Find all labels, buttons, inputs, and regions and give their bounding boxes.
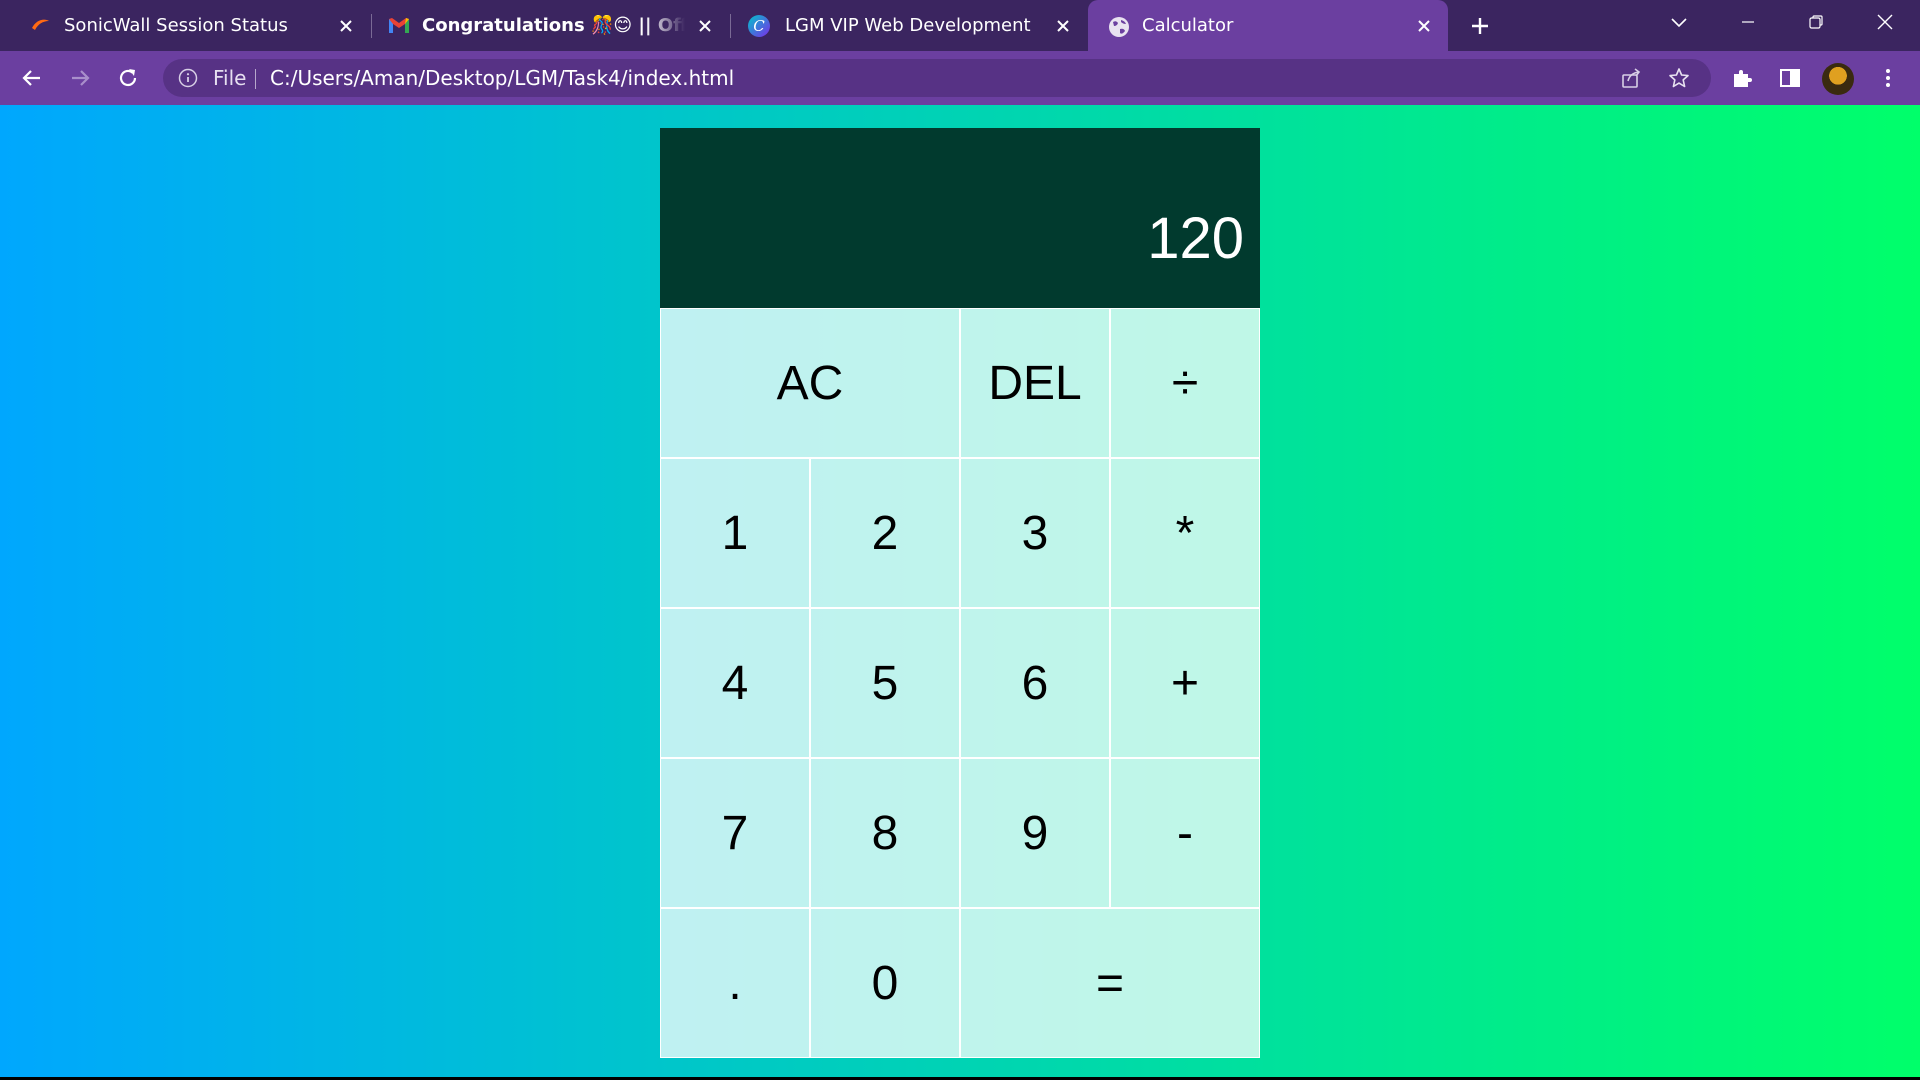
- digit-8-button[interactable]: 8: [810, 758, 960, 908]
- tab-title: Calculator: [1142, 15, 1234, 36]
- close-icon[interactable]: [332, 12, 360, 40]
- profile-avatar[interactable]: [1822, 63, 1854, 95]
- digit-4-button[interactable]: 4: [660, 608, 810, 758]
- all-clear-button[interactable]: AC: [660, 308, 960, 458]
- tab-calculator[interactable]: Calculator: [1088, 0, 1448, 51]
- tab-title: Congratulations 🎊😊 || Offer Le: [422, 15, 685, 36]
- restore-button[interactable]: [1786, 0, 1846, 44]
- close-icon[interactable]: [1049, 12, 1077, 40]
- tab-lgm[interactable]: C LGM VIP Web Development: [731, 0, 1087, 51]
- calculator: 120 AC DEL ÷ 1 2 3 * 4 5 6 + 7 8 9 - . 0…: [660, 128, 1260, 1058]
- reload-button[interactable]: [112, 62, 144, 94]
- share-icon[interactable]: [1619, 66, 1643, 90]
- digit-6-button[interactable]: 6: [960, 608, 1110, 758]
- info-icon[interactable]: [178, 68, 198, 88]
- digit-7-button[interactable]: 7: [660, 758, 810, 908]
- kebab-menu-icon: [1886, 69, 1890, 87]
- close-icon: [1877, 14, 1893, 30]
- digit-3-button[interactable]: 3: [960, 458, 1110, 608]
- minimize-button[interactable]: [1718, 0, 1778, 44]
- minimize-icon: [1742, 21, 1754, 23]
- digit-1-button[interactable]: 1: [660, 458, 810, 608]
- delete-button[interactable]: DEL: [960, 308, 1110, 458]
- calculator-keypad: AC DEL ÷ 1 2 3 * 4 5 6 + 7 8 9 - . 0 =: [660, 308, 1260, 1058]
- sonicwall-icon: [30, 16, 50, 36]
- tab-title: LGM VIP Web Development: [785, 15, 1031, 36]
- side-panel-button[interactable]: [1774, 62, 1806, 94]
- chevron-down-icon: [1671, 18, 1687, 28]
- tab-strip: SonicWall Session Status Congratulations…: [0, 0, 1920, 51]
- tab-title: SonicWall Session Status: [64, 15, 288, 36]
- address-divider: [255, 69, 256, 89]
- digit-5-button[interactable]: 5: [810, 608, 960, 758]
- close-icon[interactable]: [691, 12, 719, 40]
- divide-button[interactable]: ÷: [1110, 308, 1260, 458]
- new-tab-button[interactable]: [1464, 10, 1496, 42]
- browser-toolbar: File C:/Users/Aman/Desktop/LGM/Task4/ind…: [0, 51, 1920, 105]
- reload-icon: [119, 69, 137, 87]
- forward-arrow-icon: [72, 70, 90, 86]
- side-panel-icon: [1780, 69, 1800, 87]
- calculator-display: 120: [660, 128, 1260, 308]
- url-text[interactable]: C:/Users/Aman/Desktop/LGM/Task4/index.ht…: [270, 59, 734, 97]
- digit-2-button[interactable]: 2: [810, 458, 960, 608]
- scheme-label: File: [213, 66, 247, 90]
- close-icon[interactable]: [1410, 12, 1438, 40]
- forward-button[interactable]: [64, 62, 96, 94]
- digit-0-button[interactable]: 0: [810, 908, 960, 1058]
- digit-9-button[interactable]: 9: [960, 758, 1110, 908]
- tab-gmail[interactable]: Congratulations 🎊😊 || Offer Le: [372, 0, 729, 51]
- decimal-button[interactable]: .: [660, 908, 810, 1058]
- address-bar[interactable]: File C:/Users/Aman/Desktop/LGM/Task4/ind…: [163, 59, 1711, 97]
- tab-sonicwall[interactable]: SonicWall Session Status: [0, 0, 370, 51]
- extensions-button[interactable]: [1726, 62, 1758, 94]
- equals-button[interactable]: =: [960, 908, 1260, 1058]
- subtract-button[interactable]: -: [1110, 758, 1260, 908]
- close-window-button[interactable]: [1855, 0, 1915, 44]
- bookmark-star-icon[interactable]: [1667, 66, 1691, 90]
- globe-icon: [1108, 16, 1129, 37]
- puzzle-icon: [1734, 70, 1752, 87]
- svg-text:C: C: [753, 17, 765, 35]
- display-value: 120: [1147, 206, 1244, 271]
- add-button[interactable]: +: [1110, 608, 1260, 758]
- multiply-button[interactable]: *: [1110, 458, 1260, 608]
- menu-button[interactable]: [1872, 62, 1904, 94]
- gmail-icon: [388, 16, 409, 36]
- canva-icon: C: [747, 14, 771, 38]
- page-background: 120 AC DEL ÷ 1 2 3 * 4 5 6 + 7 8 9 - . 0…: [0, 105, 1920, 1077]
- back-arrow-icon: [22, 70, 40, 86]
- restore-icon: [1809, 15, 1823, 29]
- tab-search-button[interactable]: [1649, 0, 1709, 44]
- back-button[interactable]: [16, 62, 48, 94]
